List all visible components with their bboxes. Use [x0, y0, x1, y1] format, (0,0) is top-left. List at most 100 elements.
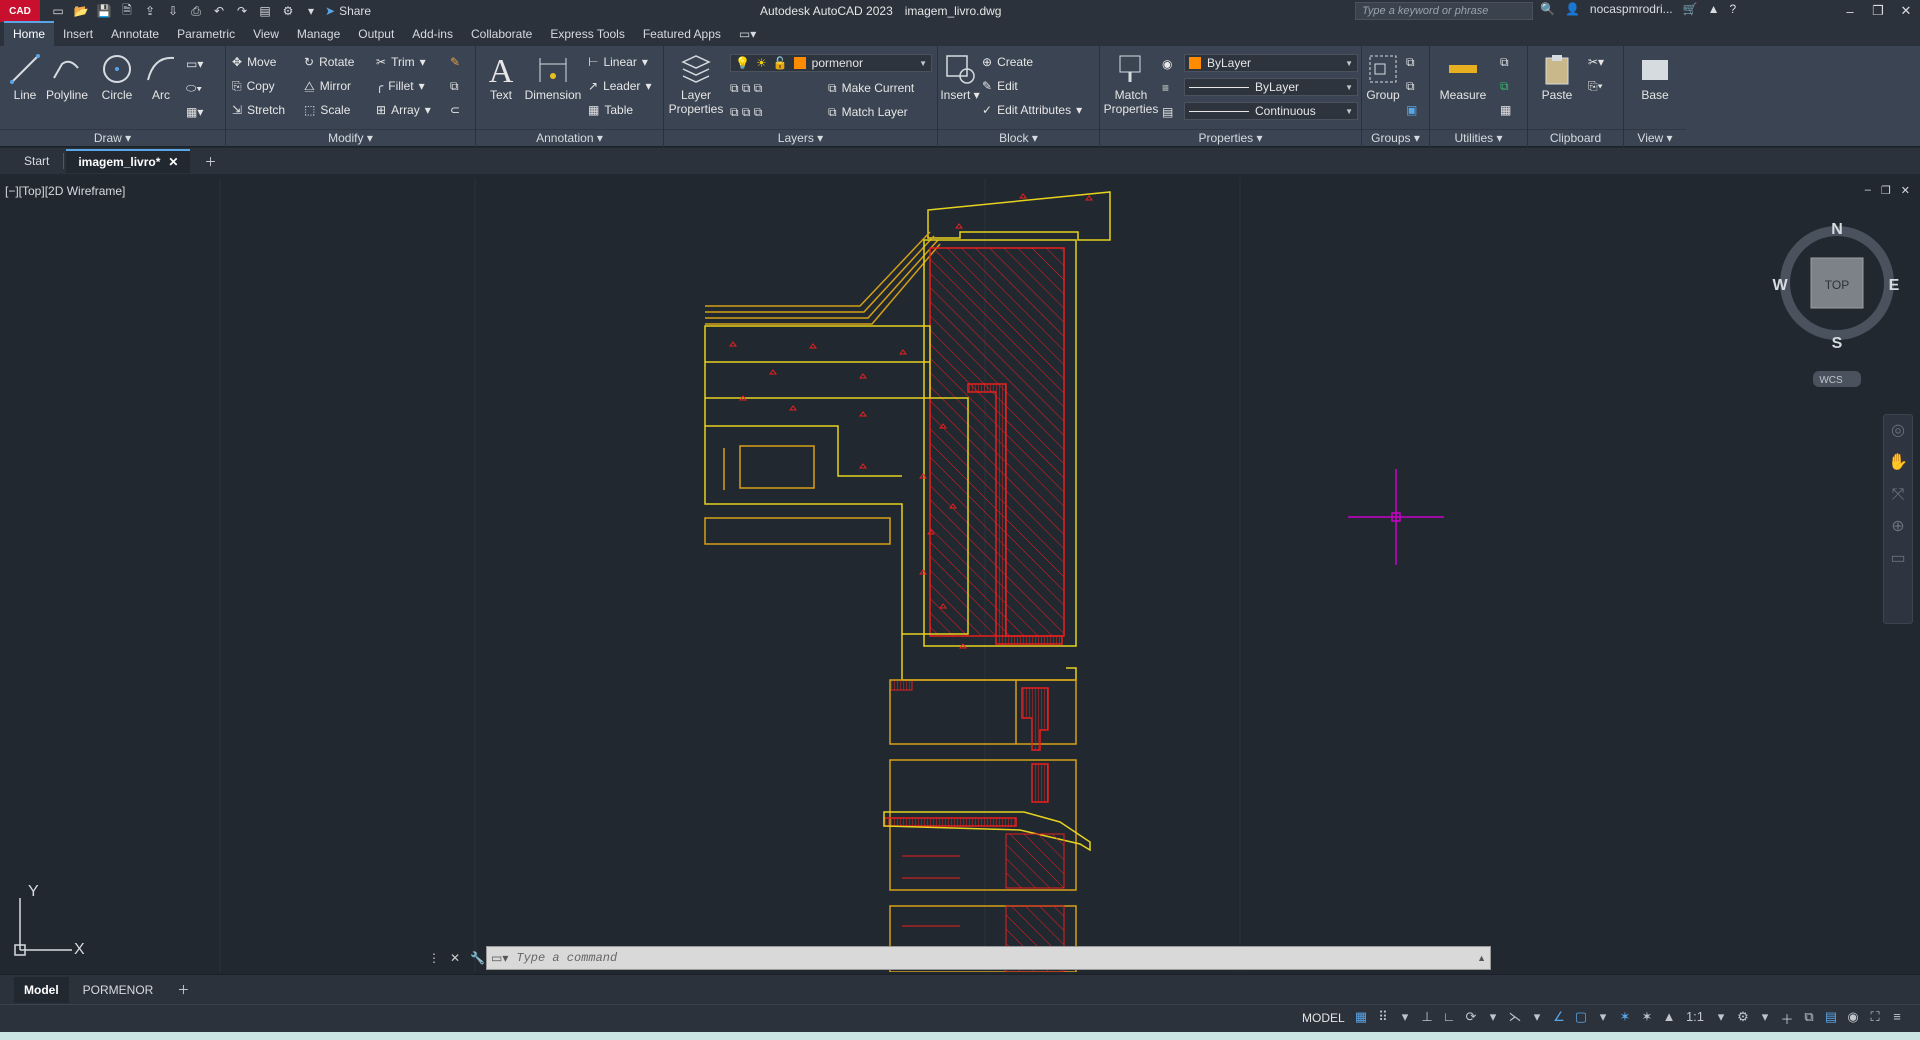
compass-west[interactable]: W [1772, 277, 1788, 294]
linetype-icon[interactable]: ▤ [1162, 102, 1173, 122]
leader-button[interactable]: ↗ Leader ▾ [588, 76, 651, 96]
grid-icon[interactable]: ▦ [1354, 1009, 1368, 1028]
match-layer-button[interactable]: ⧉ Match Layer [828, 102, 908, 122]
workspace-icon[interactable]: ⚙ [1736, 1009, 1750, 1028]
insert-button[interactable]: Insert ▾ [938, 52, 982, 102]
chevron-down-icon[interactable]: ▾ [1486, 1009, 1500, 1028]
rectangle-icon[interactable]: ▭▾ [186, 54, 203, 74]
base-button[interactable]: Base [1630, 52, 1680, 102]
wcs-label[interactable]: WCS [1819, 375, 1843, 386]
isodraft-icon[interactable]: ⋋ [1508, 1009, 1522, 1028]
match-properties-button[interactable]: Match Properties [1102, 52, 1160, 116]
linetype-dropdown[interactable]: Continuous ▼ [1184, 102, 1358, 120]
tab-view[interactable]: View [244, 23, 288, 46]
save-web-icon[interactable]: ⇪ [142, 4, 158, 18]
redo-icon[interactable]: ↷ [234, 4, 250, 18]
text-button[interactable]: A Text [476, 52, 526, 102]
select-all-icon[interactable]: ⧉ [1500, 76, 1509, 96]
annotation-scale-icon[interactable]: ▲ [1662, 1009, 1676, 1028]
user-name[interactable]: nocaspmrodri... [1590, 2, 1673, 16]
autodesk-icon[interactable]: ▲ [1708, 2, 1720, 16]
chevron-down-icon[interactable]: ▾ [1596, 1009, 1610, 1028]
chevron-down-icon[interactable]: ▾ [1714, 1009, 1728, 1028]
trim-button[interactable]: ✂ Trim ▾ [376, 52, 426, 72]
tab-parametric[interactable]: Parametric [168, 23, 244, 46]
search-icon[interactable]: 🔍 [1540, 2, 1555, 16]
expand-icon[interactable]: ▲ [1477, 953, 1486, 963]
color-dropdown[interactable]: ByLayer ▼ [1184, 54, 1358, 72]
scale-readout[interactable]: 1:1 [1684, 1009, 1706, 1028]
compass-east[interactable]: E [1889, 277, 1900, 294]
layer-tool-icons-row2[interactable]: ⧉ ⧉ ⧉ [730, 102, 762, 122]
group-button[interactable]: Group [1362, 52, 1404, 102]
lineweight-dropdown[interactable]: ByLayer ▼ [1184, 78, 1358, 96]
array-button[interactable]: ⊞ Array ▾ [376, 100, 431, 120]
properties-panel-label[interactable]: Properties ▾ [1100, 129, 1361, 145]
help-icon[interactable]: ? [1729, 2, 1736, 16]
undo-icon[interactable]: ↶ [211, 4, 227, 18]
scale-button[interactable]: ⬚ Scale [304, 100, 350, 120]
fullscreen-icon[interactable]: ⛶ [1868, 1009, 1882, 1028]
navigation-bar[interactable]: ◎ ✋ ⤧ ⊕ ▭ [1883, 414, 1913, 624]
edit-block-button[interactable]: ✎ Edit [982, 76, 1018, 96]
erase-icon[interactable]: ✎ [450, 52, 460, 72]
copy-button[interactable]: ⎘ Copy [232, 76, 275, 96]
ortho-icon[interactable]: ∟ [1442, 1009, 1456, 1028]
block-panel-label[interactable]: Block ▾ [938, 129, 1099, 145]
utilities-panel-label[interactable]: Utilities ▾ [1430, 129, 1527, 145]
explode-icon[interactable]: ⧉ [450, 76, 459, 96]
offset-icon[interactable]: ⊂ [450, 100, 460, 120]
infer-icon[interactable]: ⊥ [1420, 1009, 1434, 1028]
open-icon[interactable]: 📂 [73, 4, 89, 18]
command-input[interactable]: Type a command [516, 951, 617, 965]
tab-express-tools[interactable]: Express Tools [541, 23, 633, 46]
chevron-down-icon[interactable]: ▾ [1530, 1009, 1544, 1028]
add-layout-icon[interactable]: ＋ [167, 975, 199, 1004]
table-button[interactable]: ▦ Table [588, 100, 633, 120]
units-icon[interactable]: ⧉ [1802, 1009, 1816, 1028]
stretch-button[interactable]: ⇲ Stretch [232, 100, 285, 120]
calculator-icon[interactable]: ▦ [1500, 100, 1511, 120]
color-wheel-icon[interactable]: ◉ [1162, 54, 1172, 74]
command-line[interactable]: ▭▾ Type a command ▲ [486, 946, 1491, 970]
polyline-button[interactable]: Polyline [42, 52, 92, 102]
tab-model[interactable]: Model [14, 976, 69, 1003]
workspace-icon[interactable]: ⚙ [280, 4, 296, 18]
lineweight-icon[interactable]: ≡ [1162, 78, 1169, 98]
tab-featured-apps[interactable]: Featured Apps [634, 23, 730, 46]
layer-tool-icons-row1[interactable]: ⧉ ⧉ ⧉ [730, 78, 762, 98]
chevron-down-icon[interactable]: ▾ [1398, 1009, 1412, 1028]
view-panel-label[interactable]: View ▾ [1624, 129, 1686, 145]
fillet-button[interactable]: ╭ Fillet ▾ [376, 76, 425, 96]
edit-attributes-button[interactable]: ✓ Edit Attributes ▾ [982, 100, 1082, 120]
user-icon[interactable]: 👤 [1565, 2, 1580, 16]
annotation-panel-label[interactable]: Annotation ▾ [476, 129, 663, 145]
close-icon[interactable]: ✕ [1892, 0, 1920, 22]
save-as-icon[interactable]: 🗎 [119, 3, 135, 18]
tab-collaborate[interactable]: Collaborate [462, 23, 541, 46]
cut-icon[interactable]: ✂▾ [1588, 52, 1604, 72]
layer-properties-button[interactable]: Layer Properties [666, 52, 726, 116]
tab-home[interactable]: Home [4, 21, 55, 46]
customize-cmd-icon[interactable]: 🔧 [470, 951, 485, 965]
copy-clip-icon[interactable]: ⎘▾ [1588, 76, 1603, 96]
menu-icon[interactable]: ≡ [1890, 1009, 1904, 1028]
restore-icon[interactable]: ❐ [1864, 0, 1892, 22]
make-current-button[interactable]: ⧉ Make Current [828, 78, 914, 98]
close-cmd-icon[interactable]: ✕ [450, 951, 460, 965]
compass-north[interactable]: N [1831, 221, 1843, 238]
group-edit-icon[interactable]: ⧉ [1406, 76, 1415, 96]
file-tab-current[interactable]: imagem_livro* ✕ [66, 149, 191, 173]
share-button[interactable]: ➤ Share [325, 4, 371, 18]
dimension-button[interactable]: Dimension [522, 52, 584, 102]
publish-icon[interactable]: ▤ [257, 4, 273, 18]
linear-button[interactable]: ⊢ Linear ▾ [588, 52, 648, 72]
object-snap-icon[interactable]: ▢ [1574, 1009, 1588, 1028]
model-space-toggle[interactable]: MODEL [1302, 1011, 1345, 1025]
tab-pormenor[interactable]: PORMENOR [73, 977, 164, 1003]
auto-scale-icon[interactable]: ✶ [1640, 1009, 1654, 1028]
chevron-down-icon[interactable]: ▾ [1758, 1009, 1772, 1028]
circle-button[interactable]: Circle [92, 52, 142, 102]
app-logo[interactable]: CAD [0, 0, 40, 22]
tab-manage[interactable]: Manage [288, 23, 349, 46]
